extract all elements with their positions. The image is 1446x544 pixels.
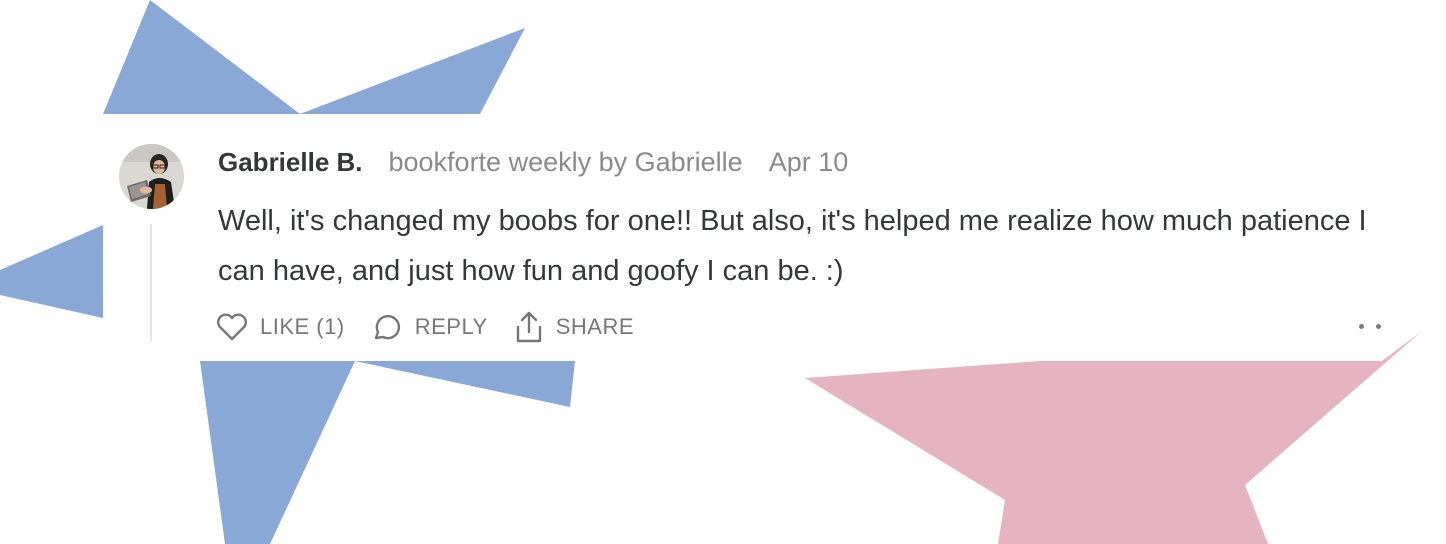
like-label: LIKE (1) [260,314,345,339]
publication-name[interactable]: bookforte weekly by Gabrielle [389,147,743,178]
reply-label: REPLY [414,314,488,339]
share-label: SHARE [555,314,635,339]
reply-button[interactable]: REPLY [371,312,488,342]
comment-body: Well, it's changed my boobs for one!! Bu… [218,205,1367,287]
comment-header: Gabrielle B. bookforte weekly by Gabriel… [218,147,848,178]
pink-star-shape [805,331,1422,544]
more-options-button[interactable] [1359,318,1381,334]
thread-line [150,224,152,341]
comment-card: Gabrielle B. bookforte weekly by Gabriel… [103,114,1382,361]
ellipsis-icon [1359,323,1364,329]
like-button[interactable]: LIKE (1) [216,313,345,341]
comment-date[interactable]: Apr 10 [769,147,849,178]
blue-star-lower-shape [200,361,575,544]
author-name[interactable]: Gabrielle B. [218,147,363,178]
share-upload-icon [514,310,544,344]
comment-actions: LIKE (1) REPLY SHARE [216,309,660,345]
avatar[interactable] [119,144,184,209]
user-avatar-photo-icon [119,144,184,209]
heart-icon [216,313,248,341]
ellipsis-icon [1376,323,1381,329]
speech-bubble-icon [371,312,403,342]
share-button[interactable]: SHARE [514,310,634,344]
